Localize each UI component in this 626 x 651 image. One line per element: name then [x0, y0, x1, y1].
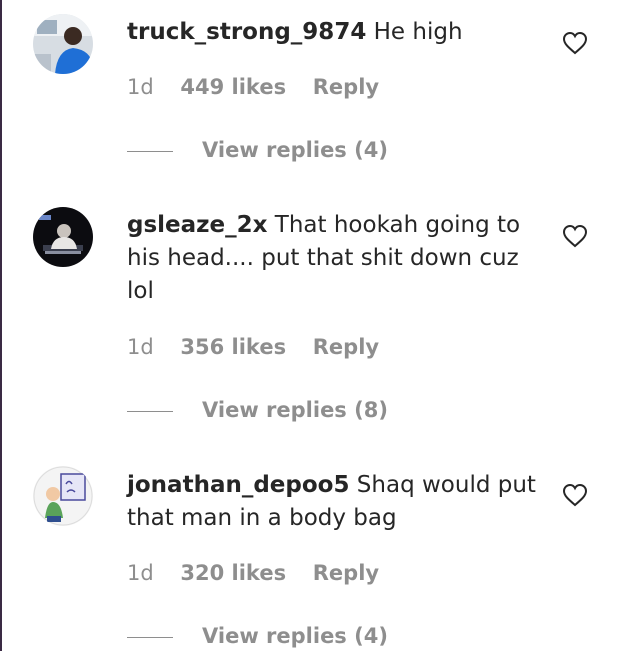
view-replies-button[interactable]: View replies (4)	[127, 137, 388, 163]
replies-divider-line	[127, 150, 173, 152]
profile-photo-icon	[33, 14, 93, 74]
reply-button[interactable]: Reply	[313, 561, 379, 585]
comment-meta: 1d 449 likes Reply	[127, 74, 399, 100]
comment-text-block: jonathan_depoo5 Shaq would put that man …	[127, 469, 537, 535]
like-heart-icon[interactable]	[562, 483, 588, 507]
like-heart-icon[interactable]	[562, 224, 588, 248]
comment-timestamp: 1d	[127, 335, 154, 359]
profile-photo-icon	[33, 207, 93, 267]
profile-cartoon-icon	[33, 466, 93, 526]
avatar[interactable]	[33, 14, 93, 74]
avatar[interactable]	[33, 466, 93, 526]
comment-timestamp: 1d	[127, 75, 154, 99]
view-replies-button[interactable]: View replies (4)	[127, 623, 388, 649]
replies-divider-line	[127, 636, 173, 638]
view-replies-label: View replies (4)	[202, 624, 388, 648]
comment-text-block: truck_strong_9874 He high	[127, 16, 537, 49]
comment-meta: 1d 320 likes Reply	[127, 560, 399, 586]
comment-username[interactable]: truck_strong_9874	[127, 19, 366, 45]
reply-button[interactable]: Reply	[313, 75, 379, 99]
comment-username[interactable]: gsleaze_2x	[127, 212, 267, 238]
comment-likes-count[interactable]: 320 likes	[180, 561, 286, 585]
replies-divider-line	[127, 410, 173, 412]
comment-timestamp: 1d	[127, 561, 154, 585]
comment-likes-count[interactable]: 356 likes	[180, 335, 286, 359]
view-replies-label: View replies (4)	[202, 138, 388, 162]
like-heart-icon[interactable]	[562, 31, 588, 55]
avatar[interactable]	[33, 207, 93, 267]
reply-button[interactable]: Reply	[313, 335, 379, 359]
view-replies-button[interactable]: View replies (8)	[127, 397, 388, 423]
comment-text-block: gsleaze_2x That hookah going to his head…	[127, 209, 537, 308]
view-replies-label: View replies (8)	[202, 398, 388, 422]
comment-meta: 1d 356 likes Reply	[127, 334, 399, 360]
comment-username[interactable]: jonathan_depoo5	[127, 472, 349, 498]
window-edge	[0, 0, 2, 651]
comment-likes-count[interactable]: 449 likes	[180, 75, 286, 99]
comment-text: He high	[373, 19, 463, 45]
